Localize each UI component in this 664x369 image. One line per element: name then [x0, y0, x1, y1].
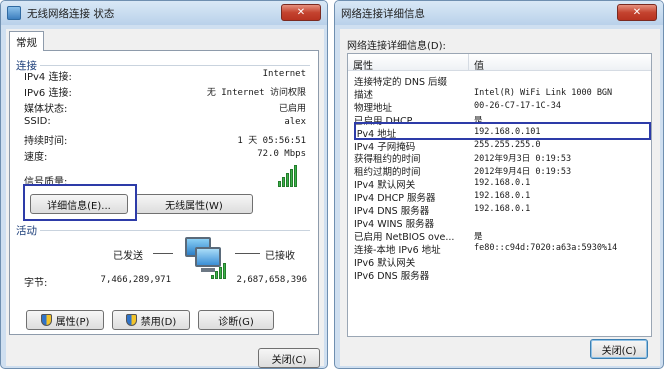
- sent-label: 已发送: [113, 251, 143, 262]
- property-value: 192.168.0.1: [474, 191, 531, 202]
- close-button[interactable]: 关闭(C): [590, 339, 648, 359]
- property-value: 00-26-C7-17-1C-34: [474, 100, 561, 111]
- sent-line: [153, 253, 173, 254]
- property-value: fe80::c94d:7020:a63a:5930%14: [474, 242, 618, 253]
- wireless-properties-button[interactable]: 无线属性(W): [135, 194, 253, 214]
- shield-icon: [125, 314, 137, 326]
- table-row[interactable]: IPv4 WINS 服务器: [348, 216, 651, 230]
- details-section-label: 网络连接详细信息(D):: [347, 41, 446, 52]
- details-window: 网络连接详细信息 ✕ 网络连接详细信息(D): 属性 值 连接特定的 DNS 后…: [334, 0, 664, 369]
- column-header-property[interactable]: 属性: [348, 54, 469, 72]
- table-row[interactable]: IPv4 子网掩码 255.255.255.0: [348, 139, 651, 153]
- table-row[interactable]: IPv6 默认网关: [348, 255, 651, 269]
- diagnose-button[interactable]: 诊断(G): [198, 310, 274, 330]
- general-panel: 连接 信号质量: 详细信息(E)... 无线属性(W) 活动 已发送 已接收 字…: [9, 50, 319, 335]
- details-table: 属性 值 连接特定的 DNS 后缀 描述 Intel(R) WiFi Link 10…: [347, 53, 652, 337]
- status-client-area: 常规 连接 信号质量: 详细信息(E)... 无线属性(W) 活动 已发送 已接…: [6, 29, 324, 368]
- property-name: IPv6 DNS 服务器: [354, 270, 430, 282]
- property-name: 连接特定的 DNS 后缀: [354, 77, 447, 88]
- property-name: 已启用 NetBIOS ove...: [354, 231, 455, 243]
- table-row[interactable]: 描述 Intel(R) WiFi Link 1000 BGN: [348, 87, 651, 101]
- divider: [40, 230, 310, 231]
- status-window-titlebar[interactable]: 无线网络连接 状态 ✕: [1, 1, 327, 25]
- property-name: IPv4 子网掩码: [354, 141, 416, 153]
- connection-row-label: IPv4 连接:: [24, 72, 72, 83]
- table-row[interactable]: IPv4 默认网关 192.168.0.1: [348, 177, 651, 192]
- property-value: 255.255.255.0: [474, 139, 541, 150]
- properties-button[interactable]: 属性(P): [26, 310, 104, 330]
- connection-row-value: alex: [284, 117, 306, 127]
- property-name: 获得租约的时间: [354, 154, 421, 166]
- property-value: Intel(R) WiFi Link 1000 BGN: [474, 87, 613, 98]
- close-window-button[interactable]: ✕: [617, 4, 657, 21]
- close-button[interactable]: 关闭(C): [258, 348, 320, 368]
- connection-row-label: IPv6 连接:: [24, 88, 72, 99]
- table-row[interactable]: 已启用 NetBIOS ove... 是: [348, 229, 651, 243]
- property-name: 物理地址: [354, 102, 393, 114]
- bytes-label: 字节:: [24, 278, 48, 289]
- connection-row-value: Internet: [262, 69, 306, 79]
- tab-general[interactable]: 常规: [9, 31, 44, 51]
- connection-row-label: 媒体状态:: [24, 104, 68, 115]
- status-window: 无线网络连接 状态 ✕ 常规 连接 信号质量: 详细信息(E)... 无线属性(…: [0, 0, 328, 369]
- property-name: IPv6 默认网关: [354, 257, 416, 269]
- received-line: [235, 253, 260, 254]
- bytes-received-value: 2,687,658,396: [236, 275, 307, 285]
- property-name: IPv4 DNS 服务器: [354, 206, 430, 217]
- table-row[interactable]: IPv4 DNS 服务器 192.168.0.1: [348, 203, 651, 217]
- details-client-area: 网络连接详细信息(D): 属性 值 连接特定的 DNS 后缀 描述 Intel(R)…: [340, 29, 660, 366]
- property-value: 192.168.0.1: [474, 178, 531, 189]
- property-name: 连接-本地 IPv6 地址: [354, 244, 441, 256]
- table-row[interactable]: IPv6 DNS 服务器: [348, 268, 651, 282]
- connection-row-label: 速度:: [24, 152, 48, 163]
- connection-row-label: SSID:: [24, 116, 51, 127]
- table-row[interactable]: 获得租约的时间 2012年9月3日 0:19:53: [348, 151, 651, 166]
- window-title: 网络连接详细信息: [341, 7, 425, 20]
- connection-row-value: 1 天 05:56:51: [237, 136, 306, 146]
- table-row[interactable]: 连接特定的 DNS 后缀: [348, 74, 651, 88]
- received-label: 已接收: [265, 251, 295, 262]
- property-name: 租约过期的时间: [354, 167, 421, 179]
- details-highlight-box: [23, 184, 137, 221]
- disable-button[interactable]: 禁用(D): [112, 310, 190, 330]
- connection-row-value: 72.0 Mbps: [257, 149, 306, 159]
- property-name: 描述: [354, 89, 374, 101]
- table-row[interactable]: 连接-本地 IPv6 地址 fe80::c94d:7020:a63a:5930%1…: [348, 242, 651, 256]
- connection-row-label: 持续时间:: [24, 136, 68, 147]
- network-icon: [7, 6, 21, 20]
- column-header-value[interactable]: 值: [469, 54, 651, 72]
- computer-network-icon: [181, 235, 227, 279]
- shield-icon: [40, 314, 52, 326]
- property-name: IPv4 DHCP 服务器: [354, 193, 436, 205]
- bytes-sent-value: 7,466,289,971: [100, 275, 171, 285]
- activity-section-label: 活动: [16, 225, 37, 237]
- property-name: IPv4 WINS 服务器: [354, 218, 435, 230]
- table-row[interactable]: 租约过期的时间 2012年9月4日 0:19:53: [348, 164, 651, 179]
- close-window-button[interactable]: ✕: [281, 4, 321, 21]
- signal-strength-icon: [278, 163, 297, 187]
- property-value: 2012年9月4日 0:19:53: [474, 167, 572, 178]
- window-title: 无线网络连接 状态: [27, 7, 115, 20]
- table-row[interactable]: IPv4 DHCP 服务器 192.168.0.1: [348, 190, 651, 205]
- divider: [40, 65, 310, 66]
- property-name: IPv4 默认网关: [354, 180, 416, 192]
- ipv4-highlight-box: [354, 122, 651, 140]
- property-value: 192.168.0.1: [474, 204, 531, 214]
- connection-row-value: 无 Internet 访问权限: [206, 88, 306, 98]
- property-value: 是: [474, 231, 483, 242]
- table-row[interactable]: 物理地址 00-26-C7-17-1C-34: [348, 100, 651, 114]
- details-window-titlebar[interactable]: 网络连接详细信息 ✕: [335, 1, 663, 25]
- property-value: 2012年9月3日 0:19:53: [474, 154, 572, 165]
- connection-row-value: 已启用: [278, 104, 306, 114]
